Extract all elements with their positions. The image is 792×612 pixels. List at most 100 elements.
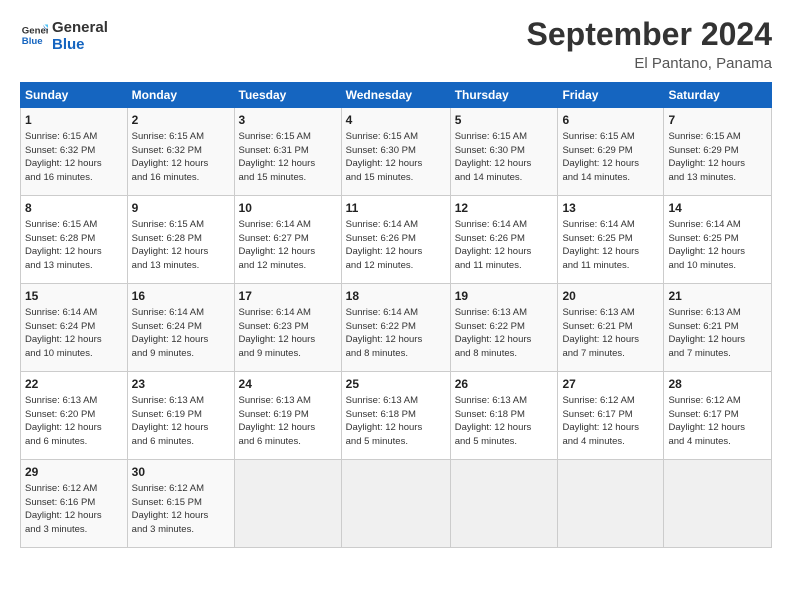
day-detail: Sunrise: 6:12 AMSunset: 6:17 PMDaylight:… <box>562 394 659 449</box>
day-number: 20 <box>562 288 659 305</box>
day-cell: 9Sunrise: 6:15 AMSunset: 6:28 PMDaylight… <box>127 196 234 284</box>
day-cell: 29Sunrise: 6:12 AMSunset: 6:16 PMDayligh… <box>21 460 128 548</box>
day-number: 21 <box>668 288 767 305</box>
day-detail: Sunrise: 6:15 AMSunset: 6:30 PMDaylight:… <box>455 130 554 185</box>
logo: General Blue General Blue <box>20 16 108 53</box>
day-detail: Sunrise: 6:15 AMSunset: 6:29 PMDaylight:… <box>668 130 767 185</box>
day-detail: Sunrise: 6:12 AMSunset: 6:17 PMDaylight:… <box>668 394 767 449</box>
day-number: 17 <box>239 288 337 305</box>
page: General Blue General Blue September 2024… <box>0 0 792 612</box>
weekday-saturday: Saturday <box>664 83 772 108</box>
weekday-sunday: Sunday <box>21 83 128 108</box>
day-detail: Sunrise: 6:13 AMSunset: 6:19 PMDaylight:… <box>132 394 230 449</box>
day-cell: 13Sunrise: 6:14 AMSunset: 6:25 PMDayligh… <box>558 196 664 284</box>
day-number: 23 <box>132 376 230 393</box>
day-number: 22 <box>25 376 123 393</box>
day-cell: 15Sunrise: 6:14 AMSunset: 6:24 PMDayligh… <box>21 284 128 372</box>
day-number: 11 <box>346 200 446 217</box>
day-detail: Sunrise: 6:14 AMSunset: 6:25 PMDaylight:… <box>668 218 767 273</box>
day-number: 1 <box>25 112 123 129</box>
day-cell <box>450 460 558 548</box>
day-cell: 6Sunrise: 6:15 AMSunset: 6:29 PMDaylight… <box>558 108 664 196</box>
day-number: 14 <box>668 200 767 217</box>
day-cell: 14Sunrise: 6:14 AMSunset: 6:25 PMDayligh… <box>664 196 772 284</box>
day-detail: Sunrise: 6:13 AMSunset: 6:18 PMDaylight:… <box>455 394 554 449</box>
day-detail: Sunrise: 6:13 AMSunset: 6:20 PMDaylight:… <box>25 394 123 449</box>
day-number: 8 <box>25 200 123 217</box>
day-cell: 25Sunrise: 6:13 AMSunset: 6:18 PMDayligh… <box>341 372 450 460</box>
weekday-friday: Friday <box>558 83 664 108</box>
day-cell: 16Sunrise: 6:14 AMSunset: 6:24 PMDayligh… <box>127 284 234 372</box>
day-number: 29 <box>25 464 123 481</box>
day-cell: 12Sunrise: 6:14 AMSunset: 6:26 PMDayligh… <box>450 196 558 284</box>
day-number: 18 <box>346 288 446 305</box>
day-detail: Sunrise: 6:15 AMSunset: 6:31 PMDaylight:… <box>239 130 337 185</box>
month-title: September 2024 <box>527 16 772 53</box>
day-number: 15 <box>25 288 123 305</box>
day-cell <box>234 460 341 548</box>
title-section: September 2024 El Pantano, Panama <box>527 16 772 72</box>
day-detail: Sunrise: 6:14 AMSunset: 6:24 PMDaylight:… <box>132 306 230 361</box>
location: El Pantano, Panama <box>527 55 772 72</box>
weekday-wednesday: Wednesday <box>341 83 450 108</box>
day-number: 12 <box>455 200 554 217</box>
day-cell: 21Sunrise: 6:13 AMSunset: 6:21 PMDayligh… <box>664 284 772 372</box>
day-number: 4 <box>346 112 446 129</box>
day-number: 25 <box>346 376 446 393</box>
day-number: 7 <box>668 112 767 129</box>
day-cell: 20Sunrise: 6:13 AMSunset: 6:21 PMDayligh… <box>558 284 664 372</box>
day-number: 5 <box>455 112 554 129</box>
day-cell: 28Sunrise: 6:12 AMSunset: 6:17 PMDayligh… <box>664 372 772 460</box>
day-number: 16 <box>132 288 230 305</box>
day-cell: 11Sunrise: 6:14 AMSunset: 6:26 PMDayligh… <box>341 196 450 284</box>
day-detail: Sunrise: 6:14 AMSunset: 6:25 PMDaylight:… <box>562 218 659 273</box>
day-cell <box>341 460 450 548</box>
day-number: 10 <box>239 200 337 217</box>
logo-blue: Blue <box>52 37 108 54</box>
day-number: 27 <box>562 376 659 393</box>
day-detail: Sunrise: 6:14 AMSunset: 6:26 PMDaylight:… <box>346 218 446 273</box>
day-detail: Sunrise: 6:13 AMSunset: 6:21 PMDaylight:… <box>562 306 659 361</box>
week-row-5: 29Sunrise: 6:12 AMSunset: 6:16 PMDayligh… <box>21 460 772 548</box>
day-number: 26 <box>455 376 554 393</box>
day-cell: 5Sunrise: 6:15 AMSunset: 6:30 PMDaylight… <box>450 108 558 196</box>
svg-text:Blue: Blue <box>22 35 43 46</box>
day-detail: Sunrise: 6:14 AMSunset: 6:27 PMDaylight:… <box>239 218 337 273</box>
day-detail: Sunrise: 6:15 AMSunset: 6:28 PMDaylight:… <box>25 218 123 273</box>
day-cell <box>664 460 772 548</box>
day-detail: Sunrise: 6:12 AMSunset: 6:16 PMDaylight:… <box>25 482 123 537</box>
day-number: 2 <box>132 112 230 129</box>
day-cell: 17Sunrise: 6:14 AMSunset: 6:23 PMDayligh… <box>234 284 341 372</box>
day-detail: Sunrise: 6:15 AMSunset: 6:32 PMDaylight:… <box>132 130 230 185</box>
day-detail: Sunrise: 6:14 AMSunset: 6:23 PMDaylight:… <box>239 306 337 361</box>
day-number: 30 <box>132 464 230 481</box>
day-number: 28 <box>668 376 767 393</box>
weekday-tuesday: Tuesday <box>234 83 341 108</box>
day-detail: Sunrise: 6:15 AMSunset: 6:30 PMDaylight:… <box>346 130 446 185</box>
week-row-3: 15 Sunrise: 6:14 AMSunset: 6:24 PMDayligh… <box>21 284 772 372</box>
calendar-table: SundayMondayTuesdayWednesdayThursdayFrid… <box>20 82 772 548</box>
day-cell: 23Sunrise: 6:13 AMSunset: 6:19 PMDayligh… <box>127 372 234 460</box>
day-detail: Sunrise: 6:13 AMSunset: 6:19 PMDaylight:… <box>239 394 337 449</box>
day-detail: Sunrise: 6:14 AMSunset: 6:22 PMDaylight:… <box>346 306 446 361</box>
day-cell: 1Sunrise: 6:15 AMSunset: 6:32 PMDaylight… <box>21 108 128 196</box>
day-detail: Sunrise: 6:15 AMSunset: 6:32 PMDaylight:… <box>25 130 123 185</box>
day-cell <box>558 460 664 548</box>
day-detail: Sunrise: 6:14 AMSunset: 6:26 PMDaylight:… <box>455 218 554 273</box>
week-row-2: 8Sunrise: 6:15 AMSunset: 6:28 PMDaylight… <box>21 196 772 284</box>
day-cell: 4Sunrise: 6:15 AMSunset: 6:30 PMDaylight… <box>341 108 450 196</box>
header: General Blue General Blue September 2024… <box>20 16 772 72</box>
day-detail: Sunrise: 6:15 AMSunset: 6:29 PMDaylight:… <box>562 130 659 185</box>
day-number: 6 <box>562 112 659 129</box>
day-number: 24 <box>239 376 337 393</box>
day-cell: 7Sunrise: 6:15 AMSunset: 6:29 PMDaylight… <box>664 108 772 196</box>
day-detail: Sunrise: 6:12 AMSunset: 6:15 PMDaylight:… <box>132 482 230 537</box>
day-detail: Sunrise: 6:13 AMSunset: 6:18 PMDaylight:… <box>346 394 446 449</box>
day-detail: Sunrise: 6:15 AMSunset: 6:28 PMDaylight:… <box>132 218 230 273</box>
week-row-1: 1Sunrise: 6:15 AMSunset: 6:32 PMDaylight… <box>21 108 772 196</box>
logo-general: General <box>52 20 108 37</box>
day-cell: 22Sunrise: 6:13 AMSunset: 6:20 PMDayligh… <box>21 372 128 460</box>
day-cell: 10Sunrise: 6:14 AMSunset: 6:27 PMDayligh… <box>234 196 341 284</box>
day-cell: 18Sunrise: 6:14 AMSunset: 6:22 PMDayligh… <box>341 284 450 372</box>
day-cell: 24Sunrise: 6:13 AMSunset: 6:19 PMDayligh… <box>234 372 341 460</box>
